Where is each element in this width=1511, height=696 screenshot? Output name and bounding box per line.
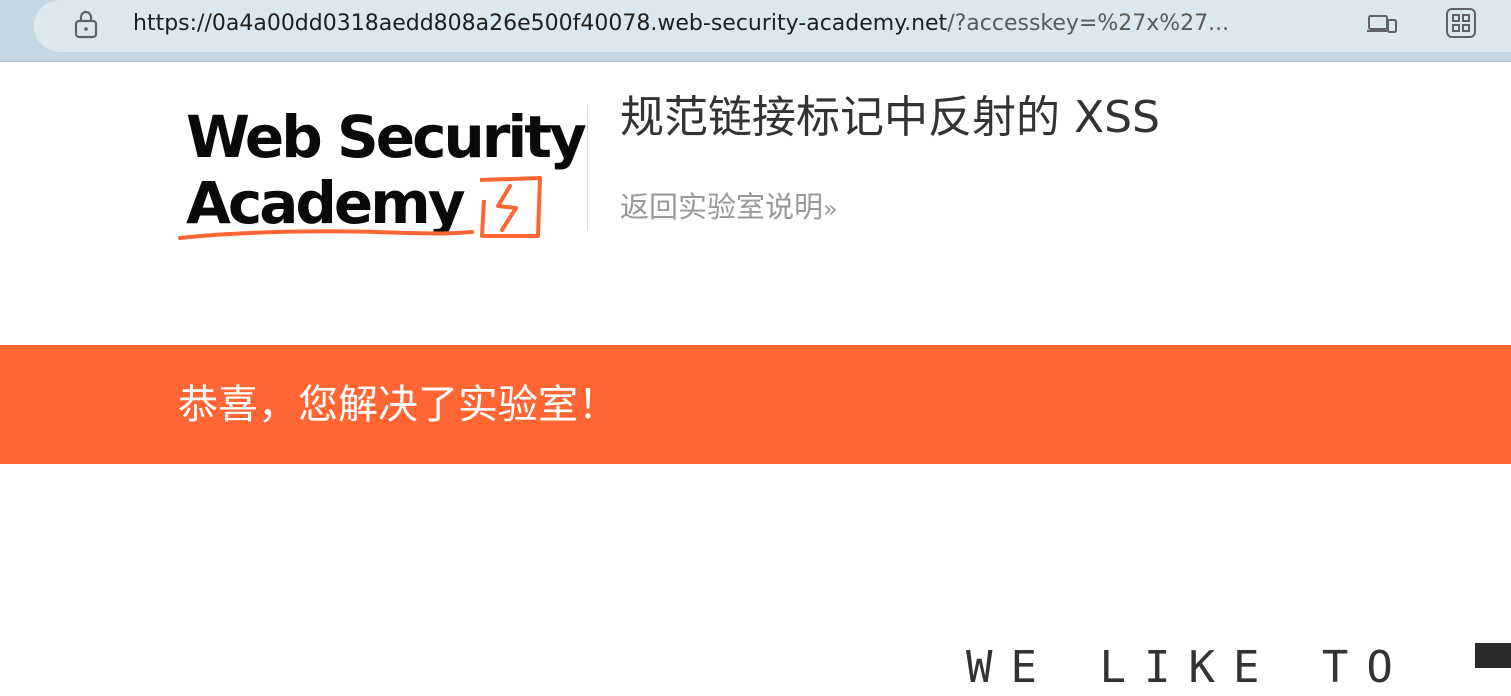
lightning-bolt-icon bbox=[479, 176, 542, 238]
url-text[interactable]: https://0a4a00dd0318aedd808a26e500f40078… bbox=[133, 8, 1229, 40]
url-host: https://0a4a00dd0318aedd808a26e500f40078… bbox=[133, 11, 948, 36]
logo-text-line1: Web Security bbox=[186, 103, 587, 171]
logo-underline-swoosh bbox=[178, 229, 474, 240]
lab-title: 规范链接标记中反射的 XSS bbox=[620, 92, 1160, 143]
double-chevron-right-icon: » bbox=[823, 195, 838, 223]
footer-tagline: WE LIKE TO bbox=[966, 642, 1411, 693]
browser-toolbar: https://0a4a00dd0318aedd808a26e500f40078… bbox=[0, 0, 1511, 62]
lock-icon[interactable] bbox=[72, 8, 100, 40]
header-divider bbox=[587, 105, 588, 230]
tagline-cursor-block bbox=[1475, 643, 1511, 668]
back-to-lab-description-link[interactable]: 返回实验室说明» bbox=[620, 186, 838, 230]
devices-icon[interactable] bbox=[1366, 10, 1398, 38]
solved-message: 恭喜，您解决了实验室！ bbox=[178, 382, 618, 428]
url-path: /?accesskey=%27x%27... bbox=[947, 11, 1230, 36]
apps-grid-icon[interactable] bbox=[1444, 6, 1478, 40]
web-security-academy-logo[interactable]: Web Security Academy bbox=[176, 98, 587, 248]
back-link-label: 返回实验室说明 bbox=[620, 190, 824, 224]
lab-solved-banner: 恭喜，您解决了实验室！ bbox=[0, 345, 1511, 464]
